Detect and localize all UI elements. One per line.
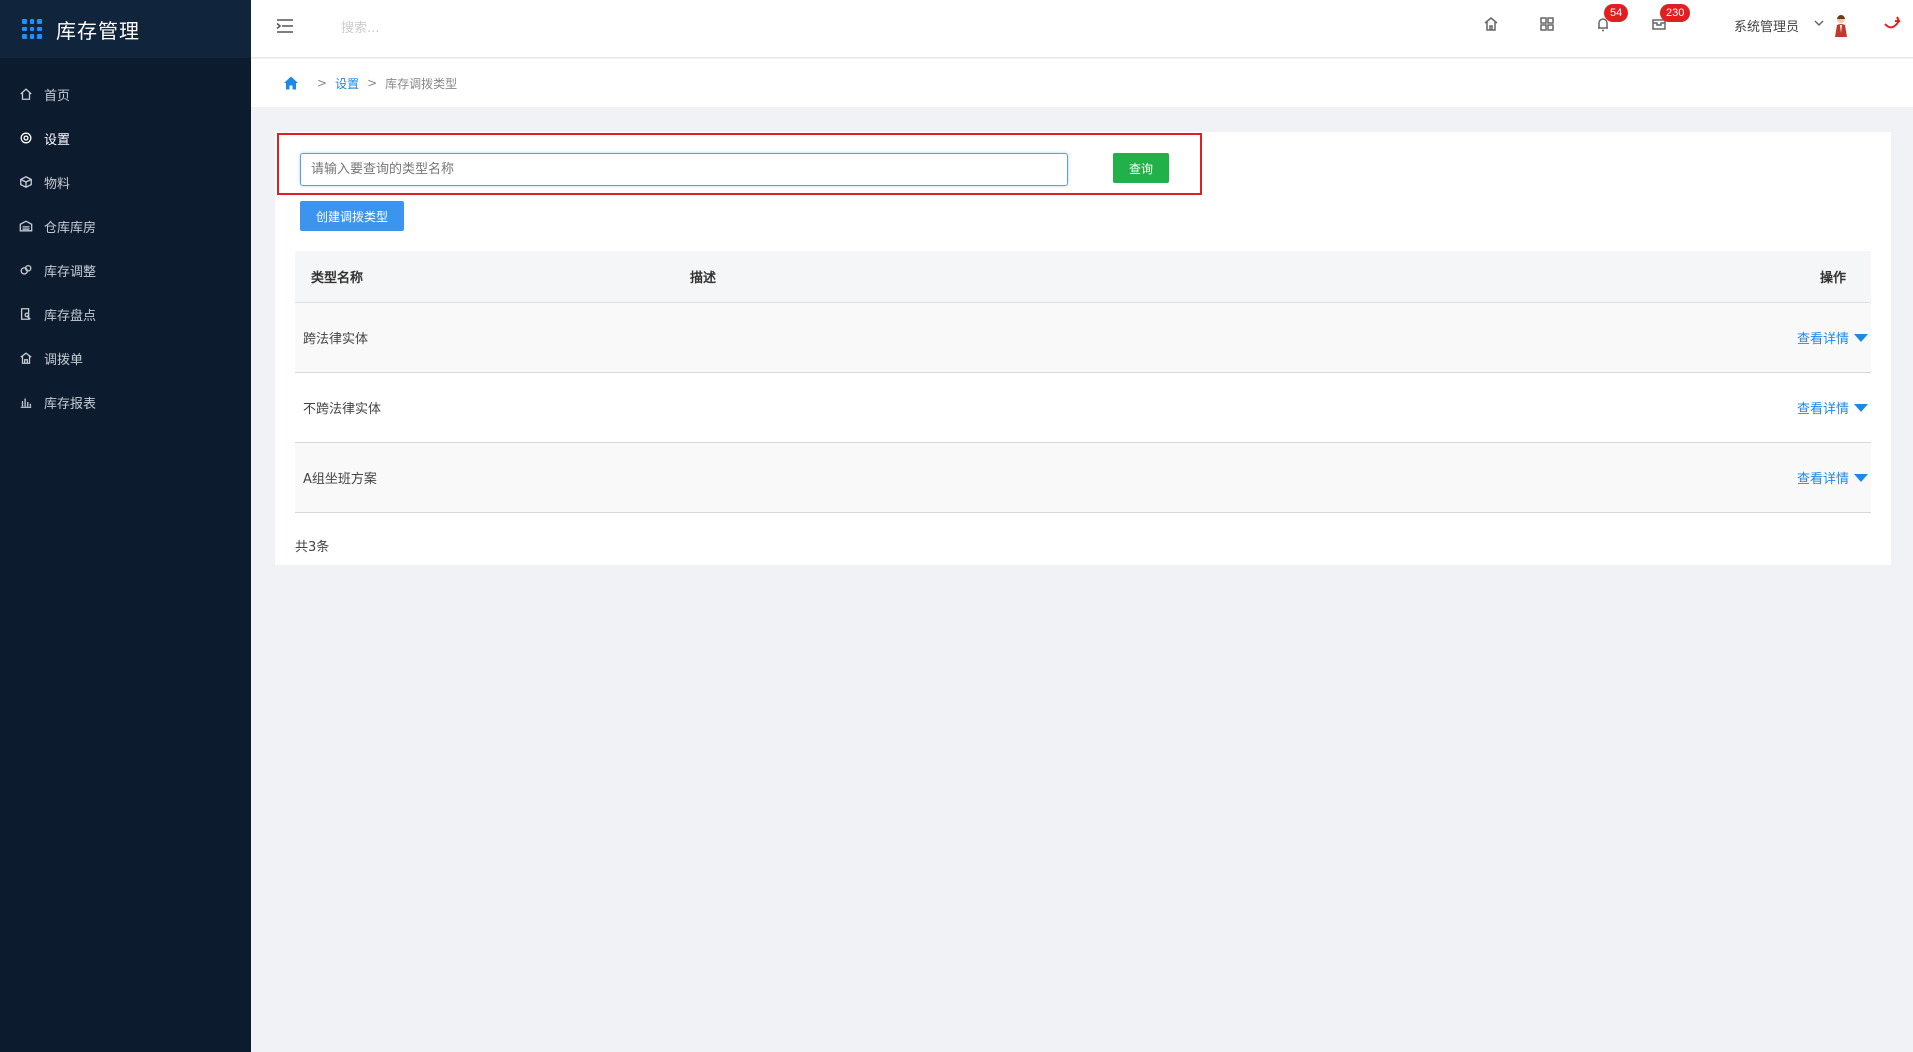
sidebar-item-materials[interactable]: 物料 — [0, 160, 251, 204]
type-name-search-input[interactable] — [300, 153, 1068, 186]
column-header-action: 操作 — [1820, 271, 1847, 286]
avatar[interactable] — [1831, 13, 1851, 39]
gear-icon — [18, 130, 34, 146]
sidebar-item-label: 首页 — [44, 88, 71, 104]
breadcrumb-settings[interactable]: 设置 — [335, 75, 359, 92]
sidebar: 库存管理 首页 设置 物料 仓库库房 库存调整 库存盘点 调拨单 库存报表 — [0, 0, 251, 1052]
content-panel: 查询 创建调拨类型 类型名称 描述 操作 跨法律实体 查看详情 不跨法律实体 查… — [275, 132, 1891, 565]
bell-icon[interactable]: 54 — [1594, 4, 1629, 35]
sidebar-item-stock-report[interactable]: 库存报表 — [0, 380, 251, 424]
column-header-desc: 描述 — [690, 271, 717, 286]
total-count: 共3条 — [295, 540, 330, 555]
apps-icon[interactable] — [1538, 15, 1558, 35]
table-row: A组坐班方案 查看详情 — [295, 443, 1871, 513]
sidebar-item-label: 仓库库房 — [44, 220, 97, 236]
sidebar-item-label: 设置 — [44, 132, 71, 148]
breadcrumb-current: 库存调拨类型 — [385, 76, 458, 91]
logout-icon[interactable] — [1881, 14, 1903, 36]
chevron-down-icon[interactable] — [1813, 17, 1825, 29]
message-badge: 230 — [1660, 4, 1691, 22]
caret-down-icon — [1854, 403, 1869, 412]
table-row: 跨法律实体 查看详情 — [295, 303, 1871, 373]
sidebar-item-label: 库存调整 — [44, 264, 97, 280]
view-details-link[interactable]: 查看详情 — [1797, 468, 1871, 487]
top-header: 54 230 系统管理员 — [251, 0, 1913, 58]
home-icon — [18, 86, 34, 102]
cube-icon — [18, 174, 34, 190]
breadcrumb: > 设置 > 库存调拨类型 — [251, 59, 1913, 107]
sidebar-item-warehouse[interactable]: 仓库库房 — [0, 204, 251, 248]
mail-icon[interactable]: 230 — [1650, 4, 1691, 35]
cell-name: A组坐班方案 — [303, 472, 377, 487]
menu-toggle-icon[interactable] — [275, 17, 295, 35]
cell-name: 跨法律实体 — [303, 332, 369, 347]
view-details-link[interactable]: 查看详情 — [1797, 328, 1871, 347]
sidebar-item-stock-adjust[interactable]: 库存调整 — [0, 248, 251, 292]
caret-down-icon — [1854, 473, 1869, 482]
sidebar-item-label: 调拨单 — [44, 352, 84, 368]
caret-down-icon — [1854, 333, 1869, 342]
sidebar-item-settings[interactable]: 设置 — [0, 116, 251, 160]
sidebar-item-label: 物料 — [44, 176, 71, 192]
table-header: 类型名称 描述 操作 — [295, 251, 1871, 303]
notification-badge: 54 — [1604, 4, 1629, 22]
warehouse-icon — [18, 218, 34, 234]
logo: 库存管理 — [0, 0, 251, 58]
create-transfer-type-button[interactable]: 创建调拨类型 — [300, 201, 404, 231]
adjust-icon — [18, 262, 34, 278]
view-details-link[interactable]: 查看详情 — [1797, 398, 1871, 417]
transfer-type-table: 类型名称 描述 操作 跨法律实体 查看详情 不跨法律实体 查看详情 A组坐班方案… — [295, 251, 1871, 513]
column-header-name: 类型名称 — [311, 271, 364, 286]
sidebar-item-label: 库存报表 — [44, 396, 97, 412]
sidebar-menu: 首页 设置 物料 仓库库房 库存调整 库存盘点 调拨单 库存报表 — [0, 72, 251, 424]
sidebar-item-home[interactable]: 首页 — [0, 72, 251, 116]
user-name[interactable]: 系统管理员 — [1734, 16, 1799, 35]
bar-chart-icon — [18, 394, 34, 410]
home-icon[interactable] — [283, 75, 299, 91]
sidebar-item-stocktake[interactable]: 库存盘点 — [0, 292, 251, 336]
app-title: 库存管理 — [56, 18, 140, 43]
transfer-icon — [18, 350, 34, 366]
sidebar-item-transfer-order[interactable]: 调拨单 — [0, 336, 251, 380]
check-icon — [18, 306, 34, 322]
home-icon[interactable] — [1482, 15, 1502, 35]
header-search-input[interactable] — [341, 14, 601, 42]
cell-name: 不跨法律实体 — [303, 402, 382, 417]
sidebar-item-label: 库存盘点 — [44, 308, 97, 324]
query-button[interactable]: 查询 — [1113, 153, 1169, 183]
table-body: 跨法律实体 查看详情 不跨法律实体 查看详情 A组坐班方案 查看详情 — [295, 303, 1871, 513]
table-row: 不跨法律实体 查看详情 — [295, 373, 1871, 443]
apps-grid-icon — [22, 19, 42, 39]
